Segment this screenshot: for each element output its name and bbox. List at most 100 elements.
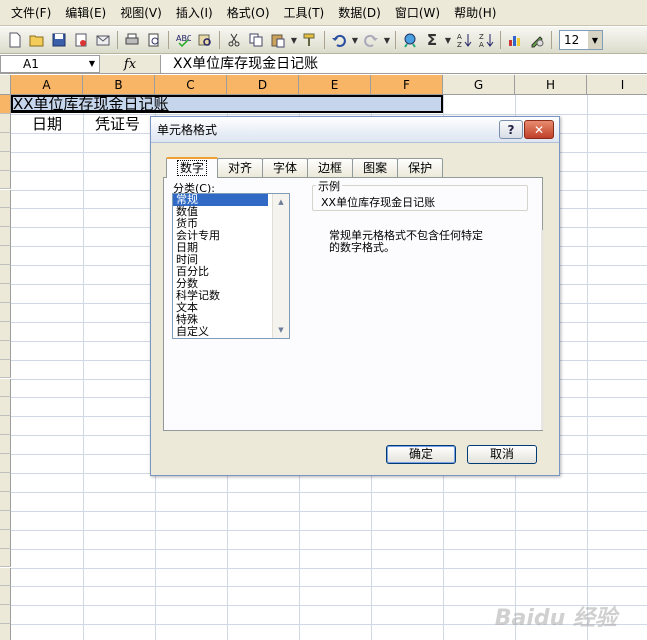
row-header[interactable] [0,113,11,133]
help-button[interactable]: ? [499,120,523,139]
row-header[interactable] [0,586,11,606]
print-preview-icon[interactable] [143,29,165,51]
cell-b2[interactable]: 凭证号 [95,115,140,133]
row-header[interactable] [0,378,11,398]
row-header[interactable] [0,491,11,511]
row-header[interactable] [0,302,11,322]
row-header[interactable] [0,605,11,625]
cut-icon[interactable] [223,29,245,51]
tab-border[interactable]: 边框 [307,158,354,177]
column-header-h[interactable]: H [515,75,587,95]
row-header[interactable] [0,624,11,640]
row-header[interactable] [0,132,11,152]
row-header[interactable] [0,359,11,379]
paste-dropdown-icon[interactable]: ▼ [289,36,299,45]
column-header-e[interactable]: E [299,75,371,95]
cell-a1[interactable]: XX单位库存现金日记账 [11,95,443,113]
column-header-b[interactable]: B [83,75,155,95]
column-header-d[interactable]: D [227,75,299,95]
row-header[interactable] [0,416,11,436]
autosum-dropdown-icon[interactable]: ▼ [443,36,453,45]
row-header[interactable] [0,170,11,190]
row-header[interactable] [0,284,11,303]
dialog-title-bar[interactable]: 单元格格式 ? ✕ [151,117,559,143]
row-header[interactable] [0,435,11,455]
ok-button[interactable]: 确定 [386,445,456,464]
row-header[interactable] [0,227,11,247]
column-header-i[interactable]: I [587,75,647,95]
column-header-f[interactable]: F [371,75,443,95]
sort-descending-icon[interactable]: ZA [475,29,497,51]
row-header[interactable] [0,473,11,492]
row-header[interactable] [0,529,11,549]
redo-dropdown-icon[interactable]: ▼ [382,36,392,45]
tab-protection[interactable]: 保护 [397,158,444,177]
tab-alignment[interactable]: 对齐 [217,158,264,177]
undo-icon[interactable] [328,29,350,51]
research-icon[interactable] [194,29,216,51]
row-header[interactable] [0,189,11,209]
row-header[interactable] [0,321,11,341]
row-header[interactable] [0,246,11,266]
chevron-down-icon[interactable]: ▼ [85,56,99,72]
chevron-down-icon[interactable]: ▼ [588,31,602,49]
menu-help[interactable]: 帮助(H) [447,0,503,26]
row-header[interactable] [0,548,11,568]
menu-tools[interactable]: 工具(T) [277,0,332,26]
menu-view[interactable]: 视图(V) [113,0,169,26]
row-header[interactable] [0,397,11,417]
category-scrollbar[interactable]: ▲ ▼ [272,194,289,338]
row-header[interactable] [0,265,11,284]
menu-insert[interactable]: 插入(I) [169,0,220,26]
dialog-title: 单元格格式 [157,123,218,137]
tab-font[interactable]: 字体 [262,158,309,177]
tab-patterns[interactable]: 图案 [352,158,399,177]
print-icon[interactable] [121,29,143,51]
row-header[interactable] [0,567,11,587]
select-all-corner[interactable] [0,75,11,95]
scroll-up-icon[interactable]: ▲ [273,194,289,210]
menu-data[interactable]: 数据(D) [331,0,388,26]
row-header[interactable] [0,454,11,473]
menu-edit[interactable]: 编辑(E) [58,0,113,26]
menu-file[interactable]: 文件(F) [4,0,58,26]
tab-number[interactable]: 数字 [166,157,219,178]
redo-icon[interactable] [360,29,382,51]
copy-icon[interactable] [245,29,267,51]
format-cells-dialog: 单元格格式 ? ✕ 数字 对齐 字体 边框 图案 保护 分类(C): 常规 数值… [150,116,560,476]
row-header[interactable] [0,151,11,171]
cancel-button[interactable]: 取消 [467,445,537,464]
paste-icon[interactable] [267,29,289,51]
row-header[interactable] [0,510,11,530]
row-header[interactable] [0,95,11,114]
hyperlink-icon[interactable] [399,29,421,51]
chart-wizard-icon[interactable] [504,29,526,51]
new-icon[interactable] [4,29,26,51]
close-button[interactable]: ✕ [524,120,554,139]
undo-dropdown-icon[interactable]: ▼ [350,36,360,45]
font-size-select[interactable]: 12 ▼ [559,30,603,50]
row-gridline [11,529,647,531]
row-header[interactable] [0,208,11,228]
menu-window[interactable]: 窗口(W) [388,0,447,26]
autosum-icon[interactable]: Σ [421,29,443,51]
name-box[interactable]: A1 ▼ [0,55,100,73]
scroll-down-icon[interactable]: ▼ [273,322,289,338]
column-header-c[interactable]: C [155,75,227,95]
formula-input[interactable]: XX单位库存现金日记账 [160,55,647,73]
open-icon[interactable] [26,29,48,51]
column-header-g[interactable]: G [443,75,515,95]
category-list[interactable]: 常规 数值 货币 会计专用 日期 时间 百分比 分数 科学记数 文本 特殊 自定… [172,193,290,339]
format-painter-icon[interactable] [299,29,321,51]
row-header[interactable] [0,340,11,360]
spelling-icon[interactable]: ABC [172,29,194,51]
menu-format[interactable]: 格式(O) [220,0,277,26]
sort-ascending-icon[interactable]: AZ [453,29,475,51]
column-header-a[interactable]: A [11,75,83,95]
insert-function-icon[interactable]: fx [100,57,160,72]
save-icon[interactable] [48,29,70,51]
drawing-icon[interactable] [526,29,548,51]
permission-icon[interactable] [70,29,92,51]
email-icon[interactable] [92,29,114,51]
cell-a2[interactable]: 日期 [32,115,62,133]
